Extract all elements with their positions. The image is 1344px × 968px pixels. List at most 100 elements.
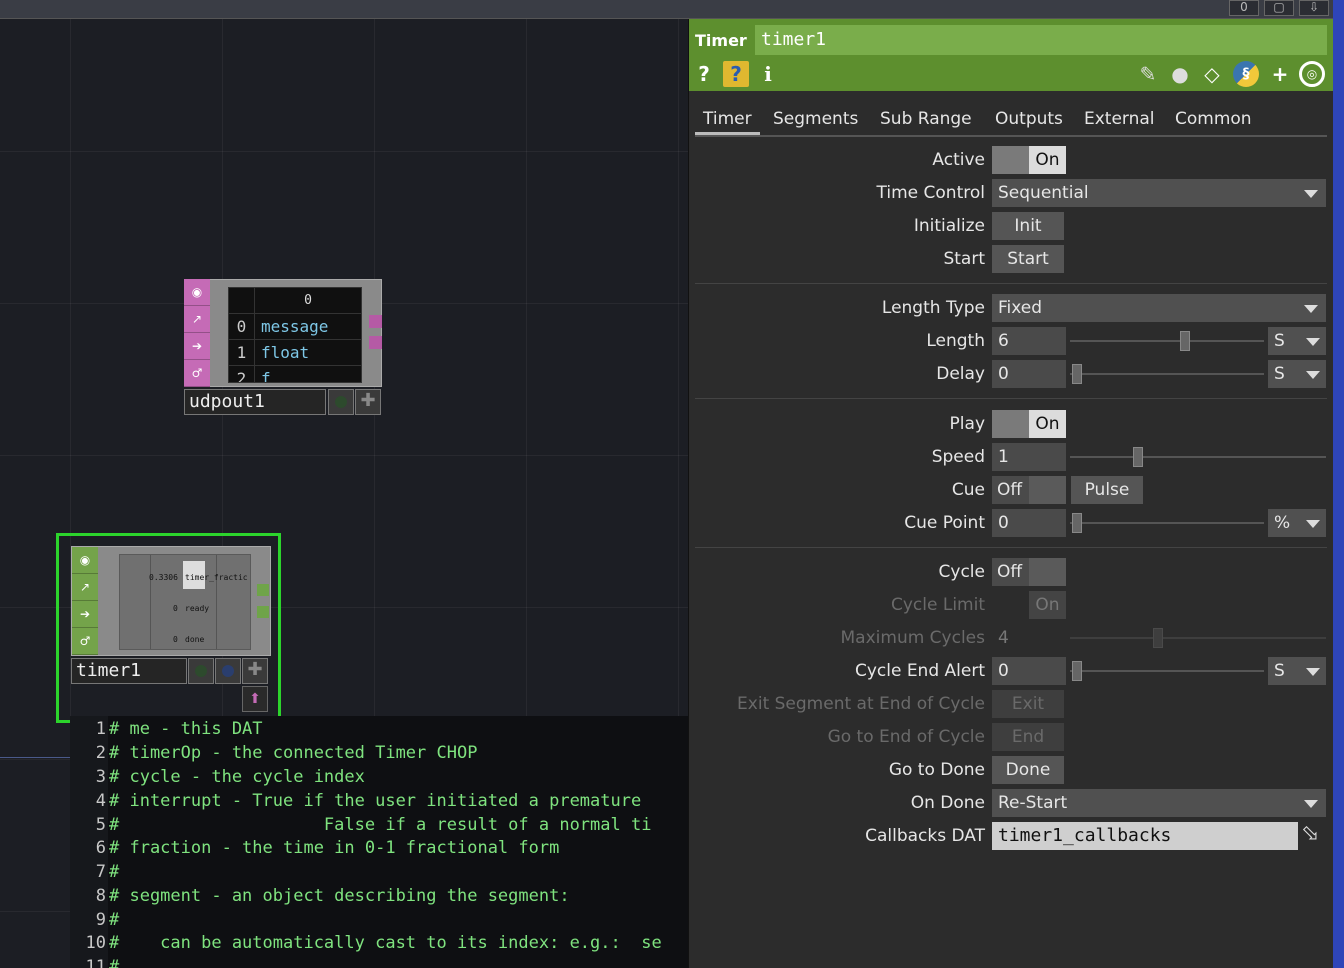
cue-point-unit-menu[interactable]: % xyxy=(1268,509,1326,537)
param-label: Length Type xyxy=(881,298,985,318)
channel-value: 0 xyxy=(173,635,178,644)
exit-button[interactable]: Exit xyxy=(992,690,1064,718)
delay-slider[interactable] xyxy=(1070,360,1264,388)
tab-segments[interactable]: Segments xyxy=(765,105,866,135)
length-unit-menu[interactable]: S xyxy=(1268,327,1326,355)
line-number: 4 xyxy=(95,791,106,811)
channel-name: done xyxy=(185,635,205,644)
init-button[interactable]: Init xyxy=(992,212,1064,240)
code-line: # cycle - the cycle index xyxy=(109,767,365,787)
counter-button[interactable]: 0 xyxy=(1229,0,1259,16)
max-cycles-slider[interactable] xyxy=(1070,624,1326,652)
help-icon[interactable]: ? xyxy=(691,61,717,87)
cycle-limit-toggle[interactable]: On xyxy=(992,591,1066,619)
node-flags: ◉ ↗ ➔ ♂ xyxy=(72,547,98,655)
line-number: 3 xyxy=(95,767,106,787)
cycle-toggle[interactable]: Off xyxy=(992,558,1066,586)
callbacks-dat-field[interactable]: timer1_callbacks xyxy=(992,822,1298,850)
speed-field[interactable]: 1 xyxy=(992,443,1066,471)
callbacks-dat-icon[interactable]: ⬆ xyxy=(242,686,268,712)
length-type-menu[interactable]: Fixed xyxy=(992,294,1326,322)
length-slider[interactable] xyxy=(1070,327,1264,355)
viewer-flag-icon[interactable]: ◉ xyxy=(72,547,98,574)
chevron-down-icon xyxy=(1306,371,1320,379)
udpout-node[interactable]: ◉ ↗ ➔ ♂ 0 0 message 1 float 2 f udpout1 … xyxy=(184,279,382,415)
maximize-button[interactable]: ▢ xyxy=(1264,0,1294,16)
line-number: 6 xyxy=(95,838,106,858)
output-connector[interactable] xyxy=(369,336,382,349)
code-editor[interactable]: 1 # me - this DAT 2 # timerOp - the conn… xyxy=(70,716,688,968)
line-number: 1 xyxy=(95,719,106,739)
done-button[interactable]: Done xyxy=(992,756,1064,784)
python-icon[interactable]: § xyxy=(1233,61,1259,87)
drag-arrow-icon[interactable]: ⬂ xyxy=(1301,821,1319,846)
speed-slider[interactable] xyxy=(1070,443,1326,471)
param-label: Play xyxy=(949,414,985,434)
line-number: 5 xyxy=(95,815,106,835)
viewer-icon[interactable]: ◎ xyxy=(1299,61,1325,87)
comment-icon[interactable]: ● xyxy=(1167,61,1193,87)
cue-point-slider[interactable] xyxy=(1070,509,1264,537)
max-cycles-field[interactable]: 4 xyxy=(992,624,1066,652)
node-bypass-button[interactable] xyxy=(328,389,354,415)
on-done-menu[interactable]: Re-Start xyxy=(992,789,1326,817)
cycle-end-alert-unit-menu[interactable]: S xyxy=(1268,657,1326,685)
tab-sub-range[interactable]: Sub Range xyxy=(872,105,980,135)
start-button[interactable]: Start xyxy=(992,245,1064,273)
chop-viewer: 0.3306 timer_fractic 0 ready 0 done xyxy=(119,554,251,650)
tab-external[interactable]: External xyxy=(1076,105,1163,135)
divider xyxy=(695,547,1327,548)
cook-flag-icon[interactable]: ↗ xyxy=(72,574,98,601)
node-flags: ◉ ↗ ➔ ♂ xyxy=(184,279,210,387)
clone-icon[interactable]: ◇ xyxy=(1199,61,1225,87)
cue-toggle[interactable]: Off xyxy=(992,476,1066,504)
edit-icon[interactable]: ✎ xyxy=(1135,61,1161,87)
node-expand-icon[interactable]: ✚ xyxy=(355,389,381,415)
table-header: 0 xyxy=(304,293,312,308)
export-flag-icon[interactable]: ➔ xyxy=(72,601,98,628)
export-flag-icon[interactable]: ➔ xyxy=(184,333,210,360)
param-label: Delay xyxy=(936,364,985,384)
cue-point-field[interactable]: 0 xyxy=(992,509,1066,537)
parameter-panel: Timer timer1 ? ? i ✎ ● ◇ § + ◎ Timer Seg… xyxy=(688,19,1334,968)
timer-node[interactable]: ◉ ↗ ➔ ♂ 0.3306 timer_fractic 0 ready 0 d… xyxy=(56,533,281,723)
delay-field[interactable]: 0 xyxy=(992,360,1066,388)
end-button[interactable]: End xyxy=(992,723,1064,751)
active-toggle[interactable]: On xyxy=(992,146,1066,174)
param-label: Cycle End Alert xyxy=(854,661,985,681)
node-name[interactable]: udpout1 xyxy=(184,389,326,415)
param-label: Cue Point xyxy=(904,513,985,533)
node-expand-icon[interactable]: ✚ xyxy=(242,658,268,684)
delay-unit-menu[interactable]: S xyxy=(1268,360,1326,388)
tab-timer[interactable]: Timer xyxy=(695,105,760,135)
op-name-field[interactable]: timer1 xyxy=(755,25,1327,55)
cycle-end-alert-slider[interactable] xyxy=(1070,657,1264,685)
download-button[interactable]: ⇩ xyxy=(1299,0,1329,16)
output-connector[interactable] xyxy=(369,315,382,328)
param-label: Start xyxy=(943,249,985,269)
python-help-icon[interactable]: ? xyxy=(723,61,749,87)
cue-pulse-button[interactable]: Pulse xyxy=(1071,476,1143,504)
time-control-menu[interactable]: Sequential xyxy=(992,179,1326,207)
output-connector[interactable] xyxy=(257,584,269,596)
length-field[interactable]: 6 xyxy=(992,327,1066,355)
node-viewer-button[interactable] xyxy=(215,658,241,684)
viewer-flag-icon[interactable]: ◉ xyxy=(184,279,210,306)
output-connector[interactable] xyxy=(257,606,269,618)
node-bypass-button[interactable] xyxy=(188,658,214,684)
cook-flag-icon[interactable]: ↗ xyxy=(184,306,210,333)
code-line: # can be automatically cast to its index… xyxy=(109,933,662,953)
line-number: 8 xyxy=(95,886,106,906)
cycle-end-alert-field[interactable]: 0 xyxy=(992,657,1066,685)
top-toolbar: 0 ▢ ⇩ xyxy=(0,0,1344,19)
play-toggle[interactable]: On xyxy=(992,410,1066,438)
info-icon[interactable]: i xyxy=(755,61,781,87)
panel-header: Timer timer1 ? ? i ✎ ● ◇ § + ◎ xyxy=(689,19,1334,91)
node-name[interactable]: timer1 xyxy=(71,658,187,684)
chevron-down-icon xyxy=(1304,800,1318,808)
tab-common[interactable]: Common xyxy=(1167,105,1260,135)
add-icon[interactable]: + xyxy=(1267,61,1293,87)
tab-outputs[interactable]: Outputs xyxy=(987,105,1071,135)
lock-flag-icon[interactable]: ♂ xyxy=(184,360,210,387)
lock-flag-icon[interactable]: ♂ xyxy=(72,628,98,655)
